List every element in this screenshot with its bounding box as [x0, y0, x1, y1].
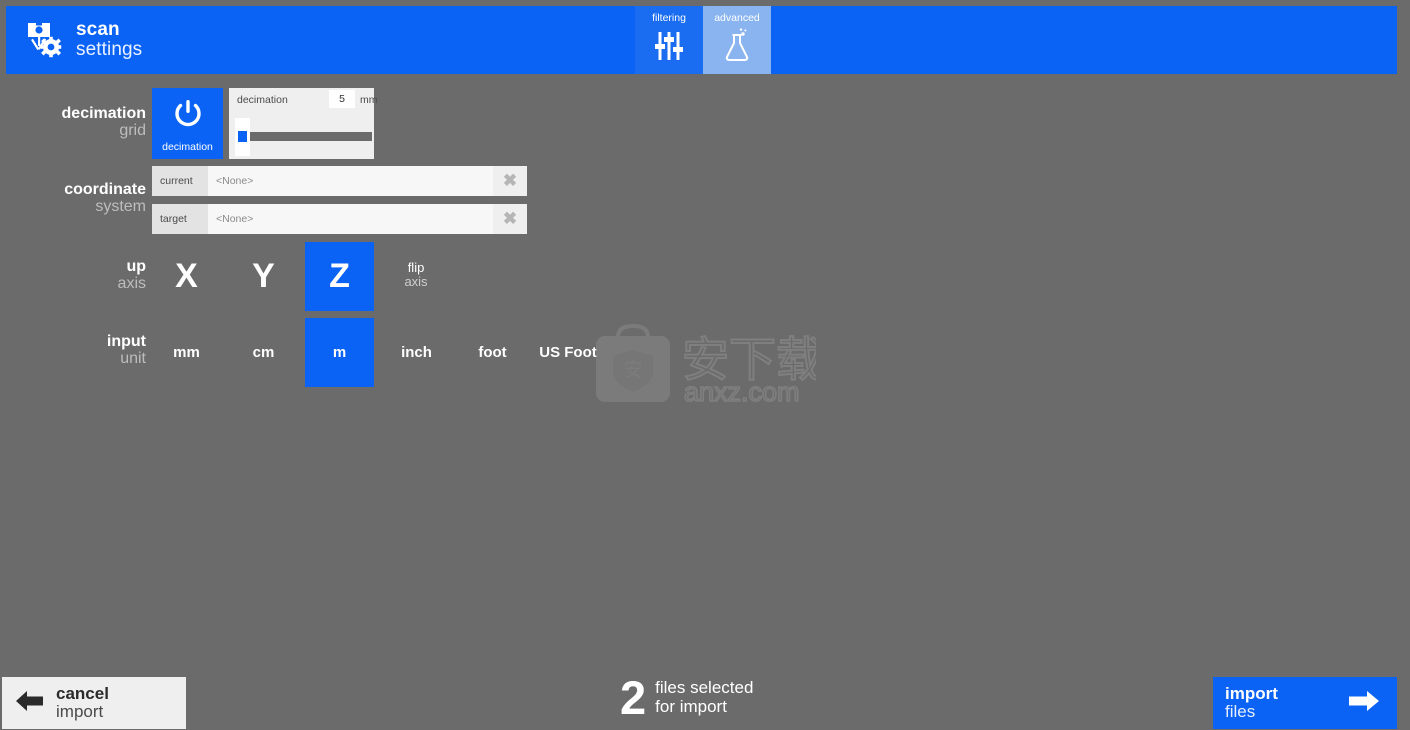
- decimation-slider-header: decimation 5 mm: [229, 88, 378, 114]
- svg-text:安: 安: [623, 359, 642, 381]
- import-files-text: import files: [1225, 685, 1278, 721]
- app-header: scan settings filtering advanced: [6, 6, 1397, 74]
- cancel-import-line1: cancel: [56, 684, 109, 704]
- input-unit-option-foot[interactable]: foot: [458, 318, 527, 387]
- cancel-import-line2: import: [56, 702, 104, 721]
- input-unit-row-label: input unit: [0, 333, 146, 368]
- tab-advanced-label: advanced: [714, 12, 760, 24]
- flip-axis-label-line2: axis: [404, 274, 428, 290]
- decimation-label-line2: grid: [119, 122, 146, 140]
- decimation-slider-name: decimation: [237, 94, 288, 106]
- sliders-icon: [649, 26, 689, 66]
- coordinate-system-current-row[interactable]: current <None> ✖: [152, 166, 527, 196]
- up-axis-option-z[interactable]: Z: [305, 242, 374, 311]
- decimation-slider-handle-marker: [238, 131, 247, 142]
- arrow-right-icon: [1345, 687, 1383, 720]
- cancel-import-button[interactable]: cancel import: [2, 677, 186, 729]
- files-selected-counter: 2 files selected for import: [620, 671, 754, 724]
- arrow-left-icon: [2, 688, 56, 719]
- power-icon: [171, 95, 205, 136]
- up-axis-label-line2: axis: [117, 275, 146, 293]
- coordinate-system-target-key: target: [152, 204, 208, 234]
- import-files-line2: files: [1225, 702, 1256, 721]
- decimation-slider-panel: decimation 5 mm: [229, 88, 378, 159]
- up-axis-row-label: up axis: [0, 258, 146, 293]
- page-title-line2: settings: [76, 39, 143, 60]
- files-selected-text: files selected for import: [655, 678, 754, 716]
- decimation-slider-track: [238, 132, 372, 141]
- input-unit-option-cm[interactable]: cm: [229, 318, 298, 387]
- coordinate-system-target-row[interactable]: target <None> ✖: [152, 204, 527, 234]
- files-selected-line2: for import: [655, 696, 727, 716]
- input-unit-label-line2: unit: [120, 350, 146, 368]
- page-title: scan settings: [76, 20, 142, 60]
- decimation-unit-label: mm: [360, 94, 378, 106]
- tab-filtering-label: filtering: [652, 12, 686, 24]
- page-title-line1: scan: [76, 19, 120, 41]
- files-selected-count: 2: [620, 671, 647, 724]
- coordinate-system-label-line1: coordinate: [64, 181, 146, 198]
- tab-bar: filtering advanced: [635, 6, 771, 74]
- scanner-gear-icon: [22, 19, 64, 61]
- decimation-slider[interactable]: [229, 118, 374, 158]
- input-unit-option-inch[interactable]: inch: [382, 318, 451, 387]
- svg-text:anxz.com: anxz.com: [684, 377, 800, 404]
- flask-icon: [717, 26, 757, 66]
- import-files-button[interactable]: import files: [1213, 677, 1397, 729]
- flip-axis-label-line1: flip: [407, 260, 425, 275]
- files-selected-line1: files selected: [655, 678, 754, 698]
- cancel-import-text: cancel import: [56, 685, 109, 721]
- watermark: 安 安下载 anxz.com: [594, 322, 824, 408]
- coordinate-system-label-line2: system: [95, 198, 146, 216]
- tab-filtering[interactable]: filtering: [635, 6, 703, 74]
- decimation-value-text: 5: [339, 93, 345, 105]
- import-files-line1: import: [1225, 684, 1278, 704]
- coordinate-system-current-value[interactable]: <None>: [208, 166, 493, 196]
- shield-bag-icon: 安: [596, 323, 670, 402]
- coordinate-system-current-key: current: [152, 166, 208, 196]
- coordinate-system-target-value[interactable]: <None>: [208, 204, 493, 234]
- scan-settings-window: scan settings filtering advanced decimat…: [0, 0, 1410, 730]
- coordinate-system-row-label: coordinate system: [0, 181, 146, 216]
- flip-axis-toggle[interactable]: flip axis: [386, 260, 446, 290]
- close-icon[interactable]: ✖: [493, 204, 527, 234]
- input-unit-option-mm[interactable]: mm: [152, 318, 221, 387]
- up-axis-option-y[interactable]: Y: [229, 242, 298, 311]
- close-icon[interactable]: ✖: [493, 166, 527, 196]
- input-unit-option-m[interactable]: m: [305, 318, 374, 387]
- up-axis-option-x[interactable]: X: [152, 242, 221, 311]
- input-unit-label-line1: input: [106, 333, 146, 350]
- decimation-toggle-label: decimation: [162, 140, 213, 153]
- input-unit-option-us-foot[interactable]: US Foot: [535, 318, 601, 387]
- decimation-label-line1: decimation: [61, 105, 146, 122]
- tab-advanced[interactable]: advanced: [703, 6, 771, 74]
- decimation-value-input[interactable]: 5: [329, 90, 355, 108]
- decimation-row-label: decimation grid: [0, 105, 146, 140]
- decimation-toggle-button[interactable]: decimation: [152, 88, 223, 159]
- up-axis-label-line1: up: [126, 258, 146, 275]
